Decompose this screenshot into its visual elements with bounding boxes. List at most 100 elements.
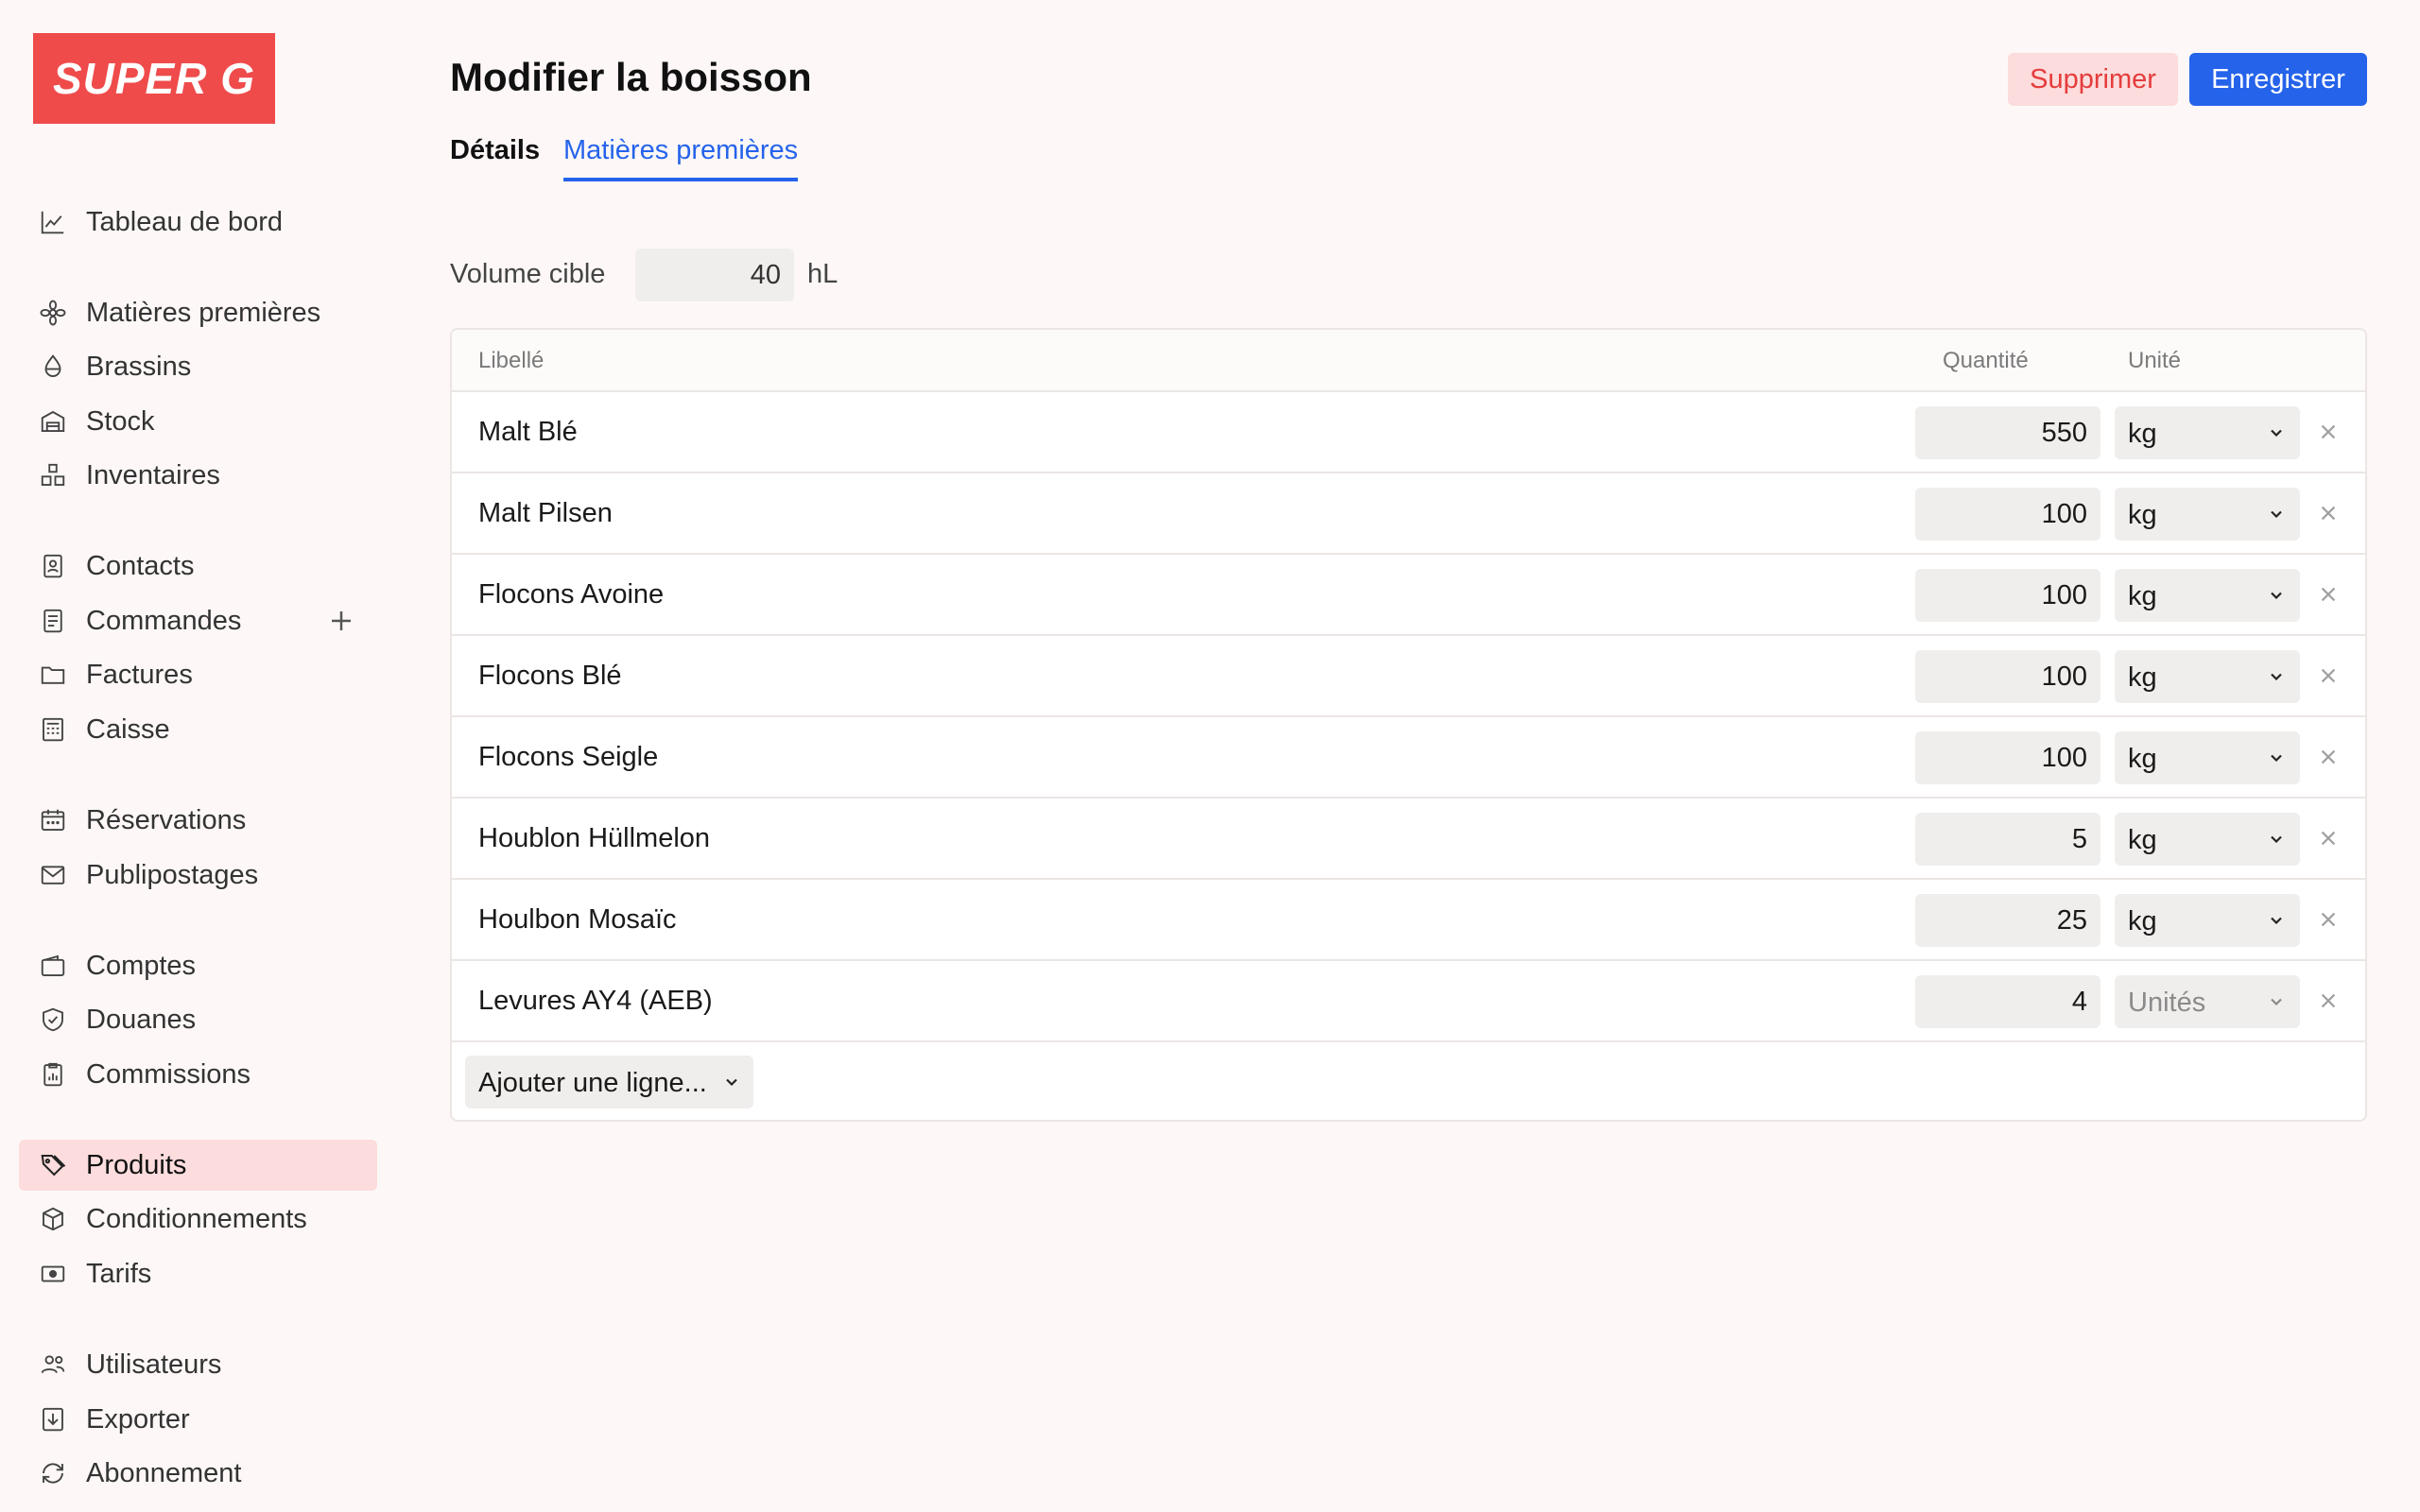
brand-logo[interactable]: SUPER G <box>33 33 275 124</box>
ingredients-table: Libellé Quantité Unité Malt Blé kg Malt … <box>450 328 2367 1122</box>
sidebar-item-exporter[interactable]: Exporter <box>19 1394 377 1445</box>
quantity-input[interactable] <box>1915 488 2100 541</box>
quantity-input[interactable] <box>1915 975 2100 1028</box>
sidebar-item-inventaires[interactable]: Inventaires <box>19 450 377 501</box>
delete-button[interactable]: Supprimer <box>2008 53 2178 106</box>
unit-select[interactable]: kg <box>2115 650 2300 703</box>
remove-row-button[interactable] <box>2314 824 2342 852</box>
sidebar-item-label: Utilisateurs <box>86 1349 222 1380</box>
unit-select[interactable]: kg <box>2115 406 2300 459</box>
warehouse-icon <box>38 407 68 436</box>
sidebar-item-tarifs[interactable]: Tarifs <box>19 1248 377 1299</box>
volume-label: Volume cible <box>450 259 606 289</box>
add-order-button[interactable] <box>325 605 357 637</box>
page-title: Modifier la boisson <box>450 55 812 99</box>
order-list-icon <box>38 607 68 635</box>
remove-row-button[interactable] <box>2314 905 2342 934</box>
wallet-icon <box>38 952 68 980</box>
package-icon <box>38 1205 68 1233</box>
sidebar-item-label: Factures <box>86 659 193 690</box>
sidebar-item-reservations[interactable]: Réservations <box>19 795 377 846</box>
remove-row-button[interactable] <box>2314 743 2342 771</box>
tab-matieres-premieres[interactable]: Matières premières <box>563 135 799 181</box>
banknote-icon <box>38 1260 68 1288</box>
sidebar-item-caisse[interactable]: Caisse <box>19 704 377 755</box>
sidebar-item-brassins[interactable]: Brassins <box>19 341 377 392</box>
sidebar-item-comptes[interactable]: Comptes <box>19 940 377 991</box>
remove-row-button[interactable] <box>2314 418 2342 446</box>
quantity-input[interactable] <box>1915 731 2100 784</box>
calendar-icon <box>38 806 68 834</box>
sidebar-item-label: Commandes <box>86 605 242 636</box>
close-icon <box>2321 506 2336 521</box>
unit-select[interactable]: kg <box>2115 813 2300 866</box>
ingredient-name: Malt Blé <box>478 417 578 447</box>
sidebar-item-matieres-premieres[interactable]: Matières premières <box>19 287 377 338</box>
close-icon <box>2321 831 2336 846</box>
save-button[interactable]: Enregistrer <box>2189 53 2367 106</box>
cash-register-icon <box>38 715 68 744</box>
remove-row-button[interactable] <box>2314 499 2342 527</box>
users-icon <box>38 1350 68 1379</box>
sidebar-item-label: Contacts <box>86 550 195 581</box>
sidebar-item-tableau-de-bord[interactable]: Tableau de bord <box>19 197 377 248</box>
sidebar-item-abonnement[interactable]: Abonnement <box>19 1448 377 1499</box>
sidebar-item-label: Brassins <box>86 351 192 382</box>
unit-select[interactable]: kg <box>2115 894 2300 947</box>
sidebar-item-contacts[interactable]: Contacts <box>19 541 377 592</box>
sidebar-item-commissions[interactable]: Commissions <box>19 1049 377 1100</box>
contact-book-icon <box>38 552 68 580</box>
refresh-icon <box>38 1459 68 1487</box>
unit-select[interactable]: kg <box>2115 488 2300 541</box>
chevron-down-icon <box>2271 673 2282 681</box>
unit-select[interactable]: kg <box>2115 569 2300 622</box>
volume-input[interactable] <box>635 249 794 301</box>
unit-value: kg <box>2128 419 2157 449</box>
quantity-input[interactable] <box>1915 406 2100 459</box>
ingredient-name: Flocons Seigle <box>478 742 659 772</box>
unit-value: kg <box>2128 744 2157 774</box>
column-header-quantity: Quantité <box>1943 348 2029 373</box>
sidebar-item-commandes[interactable]: Commandes <box>19 595 377 646</box>
table-header: Libellé Quantité Unité <box>452 330 2365 392</box>
sidebar-item-label: Abonnement <box>86 1457 242 1488</box>
table-row: Levures AY4 (AEB) Unités <box>452 961 2365 1042</box>
sidebar-item-stock[interactable]: Stock <box>19 396 377 447</box>
sidebar-item-label: Matières premières <box>86 297 321 328</box>
plus-icon <box>332 611 351 630</box>
add-line-dropdown[interactable]: Ajouter une ligne... <box>465 1056 753 1108</box>
remove-row-button[interactable] <box>2314 580 2342 609</box>
table-row: Houblon Hüllmelon kg <box>452 799 2365 880</box>
unit-value: kg <box>2128 662 2157 693</box>
sidebar-item-utilisateurs[interactable]: Utilisateurs <box>19 1339 377 1390</box>
quantity-input[interactable] <box>1915 650 2100 703</box>
remove-row-button[interactable] <box>2314 987 2342 1015</box>
sidebar-item-label: Douanes <box>86 1004 197 1035</box>
app-window: SUPER G Tableau de bord Matières premièr… <box>0 0 2420 1512</box>
ingredient-name: Flocons Blé <box>478 661 622 691</box>
sidebar-item-label: Commissions <box>86 1058 251 1090</box>
close-icon <box>2321 912 2336 927</box>
sidebar-item-label: Produits <box>86 1149 187 1180</box>
quantity-input[interactable] <box>1915 894 2100 947</box>
close-icon <box>2321 749 2336 765</box>
volume-unit: hL <box>807 259 838 289</box>
unit-select[interactable]: kg <box>2115 731 2300 784</box>
chevron-down-icon <box>2271 998 2282 1006</box>
tab-details[interactable]: Détails <box>450 135 540 178</box>
remove-row-button[interactable] <box>2314 662 2342 690</box>
unit-select[interactable]: Unités <box>2115 975 2300 1028</box>
sidebar-item-factures[interactable]: Factures <box>19 649 377 700</box>
unit-value: kg <box>2128 825 2157 855</box>
table-row: Flocons Avoine kg <box>452 555 2365 636</box>
quantity-input[interactable] <box>1915 813 2100 866</box>
clipboard-chart-icon <box>38 1060 68 1089</box>
envelope-icon <box>38 861 68 889</box>
sidebar-item-conditionnements[interactable]: Conditionnements <box>19 1194 377 1245</box>
sidebar-item-douanes[interactable]: Douanes <box>19 994 377 1045</box>
sidebar-item-publipostages[interactable]: Publipostages <box>19 850 377 901</box>
sidebar-item-label: Caisse <box>86 713 170 745</box>
chevron-down-icon <box>2271 510 2282 519</box>
sidebar-item-produits[interactable]: Produits <box>19 1140 377 1191</box>
quantity-input[interactable] <box>1915 569 2100 622</box>
